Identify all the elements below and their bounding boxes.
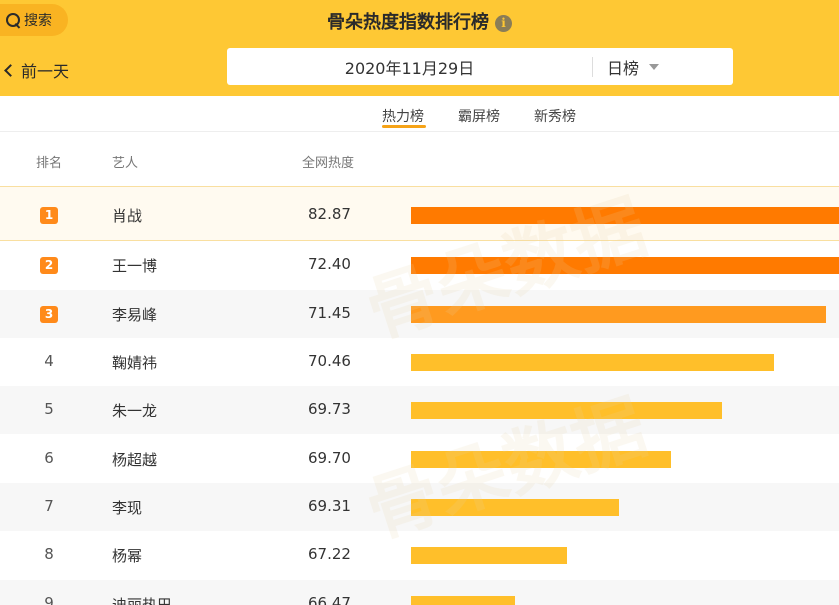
heat-bar-track (411, 451, 839, 468)
heat-bar (411, 306, 827, 323)
rank-cell: 7 (0, 497, 98, 515)
rank-number: 6 (44, 449, 54, 467)
heat-bar (411, 547, 568, 564)
table-row[interactable]: 9 迪丽热巴 66.47 (0, 580, 839, 605)
heat-bar-track (411, 207, 839, 224)
heat-bar-track (411, 257, 839, 274)
rank-cell: 6 (0, 449, 98, 467)
table-row[interactable]: 7 李现 69.31 (0, 483, 839, 531)
chevron-left-icon (4, 63, 17, 77)
artist-name[interactable]: 肖战 (112, 205, 142, 226)
rank-number: 5 (44, 400, 54, 418)
page-title-wrap: 骨朵热度指数排行榜 i (0, 8, 839, 34)
heat-bar (411, 207, 839, 224)
artist-name[interactable]: 鞠婧祎 (112, 352, 157, 373)
info-icon[interactable]: i (495, 15, 512, 32)
rank-cell: 9 (0, 594, 98, 605)
heat-bar (411, 499, 619, 516)
column-header-heat: 全网热度 (302, 156, 355, 171)
heat-bar-track (411, 402, 839, 419)
tab-heat[interactable]: 热力榜 (382, 106, 424, 126)
heat-score: 70.46 (308, 352, 351, 370)
column-header-rank: 排名 (36, 156, 63, 171)
rank-cell: 1 (0, 205, 98, 224)
rank-number: 9 (44, 594, 54, 605)
artist-name[interactable]: 李易峰 (112, 304, 157, 325)
table-row[interactable]: 6 杨超越 69.70 (0, 435, 839, 483)
period-select[interactable]: 日榜 (593, 55, 733, 79)
heat-score: 67.22 (308, 545, 351, 563)
heat-bar-track (411, 354, 839, 371)
prev-day-button[interactable]: 前一天 (2, 58, 69, 82)
prev-day-label: 前一天 (21, 62, 70, 81)
heat-bar (411, 257, 839, 274)
artist-name[interactable]: 迪丽热巴 (112, 594, 172, 605)
heat-score: 71.45 (308, 304, 351, 322)
rank-cell: 3 (0, 304, 98, 323)
period-label: 日榜 (607, 58, 640, 78)
rank-cell: 4 (0, 352, 98, 370)
table-row[interactable]: 1 肖战 82.87 (0, 186, 839, 241)
page-title: 骨朵热度指数排行榜 (327, 12, 489, 33)
rank-badge: 2 (40, 257, 58, 274)
rank-cell: 2 (0, 255, 98, 274)
rank-number: 8 (44, 545, 54, 563)
caret-down-icon (649, 63, 660, 70)
artist-name[interactable]: 朱一龙 (112, 400, 157, 421)
rank-badge: 3 (40, 306, 58, 323)
artist-name[interactable]: 杨超越 (112, 449, 157, 470)
header-bar: 搜索 骨朵热度指数排行榜 i 前一天 2020年11月29日 日榜 (0, 0, 839, 96)
table-row[interactable]: 4 鞠婧祎 70.46 (0, 338, 839, 386)
date-selector: 2020年11月29日 日榜 (227, 48, 733, 85)
active-tab-indicator (382, 125, 426, 128)
heat-bar (411, 596, 515, 605)
artist-name[interactable]: 李现 (112, 497, 142, 518)
heat-bar-track (411, 547, 839, 564)
heat-bar-track (411, 596, 839, 605)
tab-screen[interactable]: 霸屏榜 (458, 106, 500, 126)
heat-score: 66.47 (308, 594, 351, 605)
heat-bar-track (411, 499, 839, 516)
artist-name[interactable]: 杨幂 (112, 545, 142, 566)
heat-bar (411, 402, 723, 419)
table-row[interactable]: 3 李易峰 71.45 (0, 290, 839, 338)
heat-score: 69.73 (308, 400, 351, 418)
column-header-artist: 艺人 (112, 156, 139, 171)
table-row[interactable]: 2 王一博 72.40 (0, 241, 839, 289)
heat-bar (411, 354, 774, 371)
rank-cell: 8 (0, 545, 98, 563)
heat-bar (411, 451, 672, 468)
rank-badge: 1 (40, 207, 58, 224)
date-picker[interactable]: 2020年11月29日 (227, 55, 592, 79)
heat-score: 69.31 (308, 497, 351, 515)
heat-score: 69.70 (308, 449, 351, 467)
heat-score: 82.87 (308, 205, 351, 223)
heat-score: 72.40 (308, 255, 351, 273)
table-row[interactable]: 5 朱一龙 69.73 (0, 386, 839, 434)
tab-newcomer[interactable]: 新秀榜 (534, 106, 576, 126)
rank-number: 7 (44, 497, 54, 515)
artist-name[interactable]: 王一博 (112, 255, 157, 276)
heat-bar-track (411, 306, 839, 323)
table-row[interactable]: 8 杨幂 67.22 (0, 531, 839, 579)
tab-bar: 热力榜 霸屏榜 新秀榜 (0, 96, 839, 132)
rank-cell: 5 (0, 400, 98, 418)
rank-number: 4 (44, 352, 54, 370)
